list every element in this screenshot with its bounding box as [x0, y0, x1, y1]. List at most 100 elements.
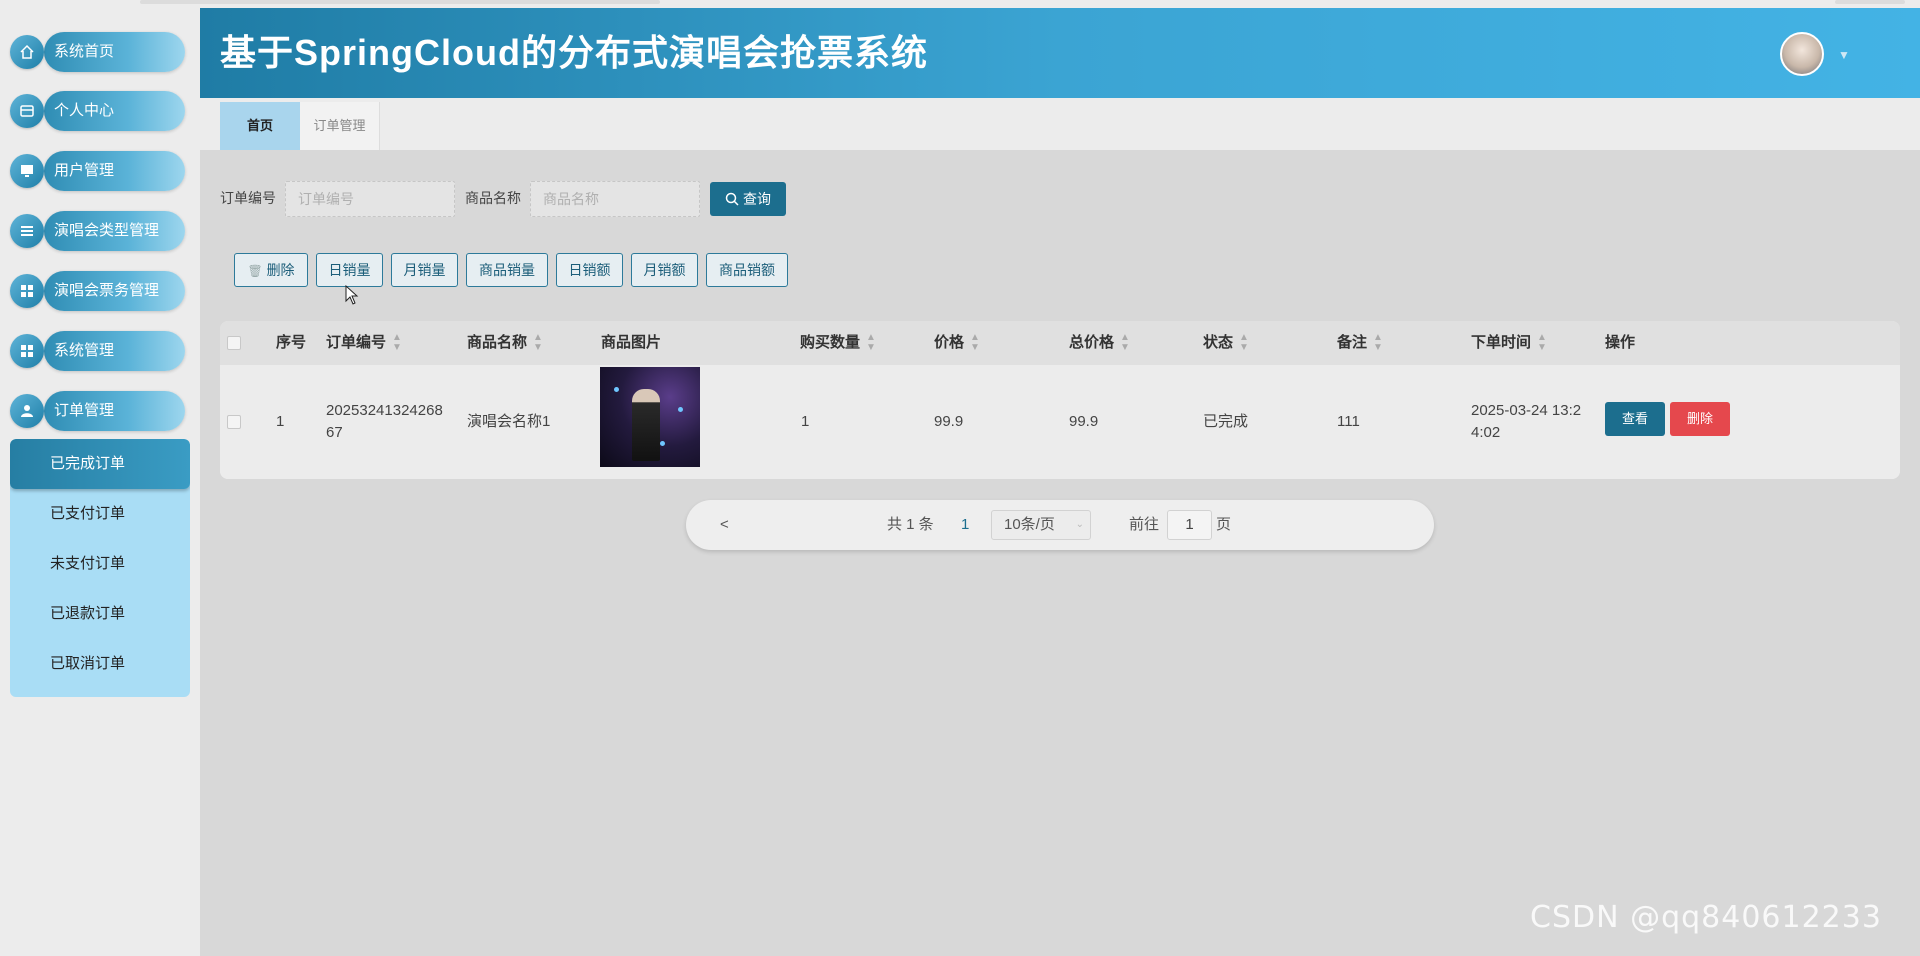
sidebar-item-users[interactable]: 用户管理: [10, 149, 185, 193]
sidebar: 系统首页 个人中心 用户管理 演唱会类型管理 演唱会票务管理 系统管理 订单管理…: [0, 8, 200, 956]
sidebar-item-label: 演唱会类型管理: [54, 222, 160, 239]
sort-icon: ▲ ▼: [392, 332, 402, 354]
sort-icon: ▲ ▼: [866, 332, 876, 354]
order-no-label: 订单编号: [220, 190, 276, 206]
cell-index: 1: [276, 413, 285, 430]
prev-page-button[interactable]: <: [720, 500, 729, 550]
tab-home[interactable]: 首页: [220, 102, 300, 150]
grid-icon: [10, 274, 44, 308]
col-order-no[interactable]: 订单编号 ▲ ▼: [326, 321, 402, 365]
cell-status: 已完成: [1203, 413, 1249, 430]
col-status-label: 状态: [1203, 334, 1234, 351]
query-button[interactable]: 查询: [710, 182, 786, 216]
col-order-time[interactable]: 下单时间 ▲ ▼: [1471, 321, 1547, 365]
current-page[interactable]: 1: [961, 500, 969, 550]
product-sales-button[interactable]: 商品销量: [466, 253, 548, 287]
col-index: 序号: [276, 334, 307, 351]
sidebar-item-system[interactable]: 系统管理: [10, 329, 185, 373]
sidebar-item-concert-tickets[interactable]: 演唱会票务管理: [10, 269, 185, 313]
sort-icon: ▲ ▼: [970, 332, 980, 354]
sidebar-item-label: 用户管理: [54, 162, 115, 179]
top-browser-strip: [0, 0, 1920, 8]
submenu-item-paid[interactable]: 已支付订单: [10, 489, 190, 539]
submenu-item-refunded[interactable]: 已退款订单: [10, 589, 190, 639]
avatar[interactable]: [1780, 32, 1824, 76]
goto-page-input[interactable]: 1: [1167, 510, 1212, 540]
trash-icon: 🗑: [247, 264, 263, 278]
chevron-down-icon[interactable]: ▼: [1838, 48, 1850, 62]
user-icon: [10, 394, 44, 428]
sidebar-item-label: 系统首页: [54, 43, 115, 60]
col-product-name[interactable]: 商品名称 ▲ ▼: [467, 321, 543, 365]
bulk-delete-button[interactable]: 🗑 删除: [234, 253, 308, 287]
app-title: 基于SpringCloud的分布式演唱会抢票系统: [220, 32, 928, 73]
product-name-input[interactable]: [530, 181, 700, 217]
chevron-down-icon: ⌄: [1075, 519, 1084, 530]
cell-order-no: 20253241324268 67: [326, 402, 443, 441]
product-image-light: [660, 441, 665, 446]
monthly-sales-button[interactable]: 月销量: [391, 253, 458, 287]
cell-quantity: 1: [801, 413, 810, 430]
sidebar-item-orders[interactable]: 订单管理: [10, 389, 185, 433]
row-checkbox[interactable]: [227, 415, 241, 429]
cell-order-time: 2025-03-24 13:2 4:02: [1471, 402, 1582, 441]
product-image-light: [614, 387, 619, 392]
delete-button[interactable]: 删除: [1670, 402, 1730, 436]
sidebar-item-label: 个人中心: [54, 102, 115, 119]
cell-price: 99.9: [934, 413, 964, 430]
col-quantity-label: 购买数量: [800, 334, 861, 351]
sidebar-item-concert-types[interactable]: 演唱会类型管理: [10, 209, 185, 253]
sort-icon: ▲ ▼: [1120, 332, 1130, 354]
col-order-no-label: 订单编号: [326, 334, 387, 351]
sidebar-item-home[interactable]: 系统首页: [10, 30, 185, 74]
sidebar-item-profile[interactable]: 个人中心: [10, 89, 185, 133]
orders-table: 序号 订单编号 ▲ ▼ 商品名称 ▲ ▼ 商品图片 购买数量 ▲ ▼ 价格 ▲ ▼ 总价格 ▲ ▼ …: [220, 321, 1900, 479]
monitor-icon: [10, 154, 44, 188]
table-header: 序号 订单编号 ▲ ▼ 商品名称 ▲ ▼ 商品图片 购买数量 ▲ ▼ 价格 ▲ ▼ 总价格 ▲ ▼ …: [220, 321, 1900, 365]
col-quantity[interactable]: 购买数量 ▲ ▼: [800, 321, 876, 365]
goto-suffix: 页: [1216, 516, 1232, 533]
page-size-select[interactable]: 10条/页 ⌄: [991, 510, 1091, 540]
tab-order-management[interactable]: 订单管理: [300, 102, 380, 150]
submenu-item-unpaid[interactable]: 未支付订单: [10, 539, 190, 589]
product-image-light: [678, 407, 683, 412]
sort-icon: ▲ ▼: [1373, 332, 1383, 354]
sidebar-item-label: 系统管理: [54, 342, 115, 359]
sort-icon: ▲ ▼: [1239, 332, 1249, 354]
daily-revenue-button[interactable]: 日销额: [556, 253, 623, 287]
col-actions: 操作: [1605, 334, 1636, 351]
cell-remark: 111: [1337, 413, 1360, 430]
top-strip-bar: [140, 0, 660, 4]
top-strip-bar: [1835, 0, 1905, 4]
monthly-revenue-button[interactable]: 月销额: [631, 253, 698, 287]
submenu-item-cancelled[interactable]: 已取消订单: [10, 639, 190, 689]
header: 基于SpringCloud的分布式演唱会抢票系统 ▼: [200, 8, 1920, 98]
submenu-item-completed[interactable]: 已完成订单: [10, 439, 190, 489]
card-icon: [10, 94, 44, 128]
cell-total-price: 99.9: [1069, 413, 1099, 430]
sidebar-item-label: 演唱会票务管理: [54, 282, 160, 299]
view-button[interactable]: 查看: [1605, 402, 1665, 436]
order-no-input[interactable]: [285, 181, 455, 217]
col-total-price-label: 总价格: [1069, 334, 1115, 351]
grid-icon: [10, 334, 44, 368]
sort-icon: ▲ ▼: [1537, 332, 1547, 354]
orders-submenu: 已完成订单 已支付订单 未支付订单 已退款订单 已取消订单: [10, 439, 190, 697]
daily-sales-button[interactable]: 日销量: [316, 253, 383, 287]
col-price-label: 价格: [934, 334, 965, 351]
product-image[interactable]: [600, 367, 700, 467]
product-name-label: 商品名称: [465, 190, 521, 206]
bulk-delete-label: 删除: [266, 262, 295, 278]
search-icon: [725, 192, 739, 206]
product-image-figure: [632, 389, 660, 461]
product-revenue-button[interactable]: 商品销额: [706, 253, 788, 287]
pagination: < 共 1 条 1 10条/页 ⌄ 前往 1 页: [686, 500, 1434, 550]
col-product-image: 商品图片: [601, 334, 662, 351]
col-status[interactable]: 状态 ▲ ▼: [1203, 321, 1249, 365]
sidebar-item-label: 订单管理: [54, 402, 115, 419]
col-remark[interactable]: 备注 ▲ ▼: [1337, 321, 1383, 365]
col-price[interactable]: 价格 ▲ ▼: [934, 321, 980, 365]
col-total-price[interactable]: 总价格 ▲ ▼: [1069, 321, 1130, 365]
cell-product-name: 演唱会名称1: [467, 413, 551, 430]
select-all-checkbox[interactable]: [227, 336, 241, 350]
